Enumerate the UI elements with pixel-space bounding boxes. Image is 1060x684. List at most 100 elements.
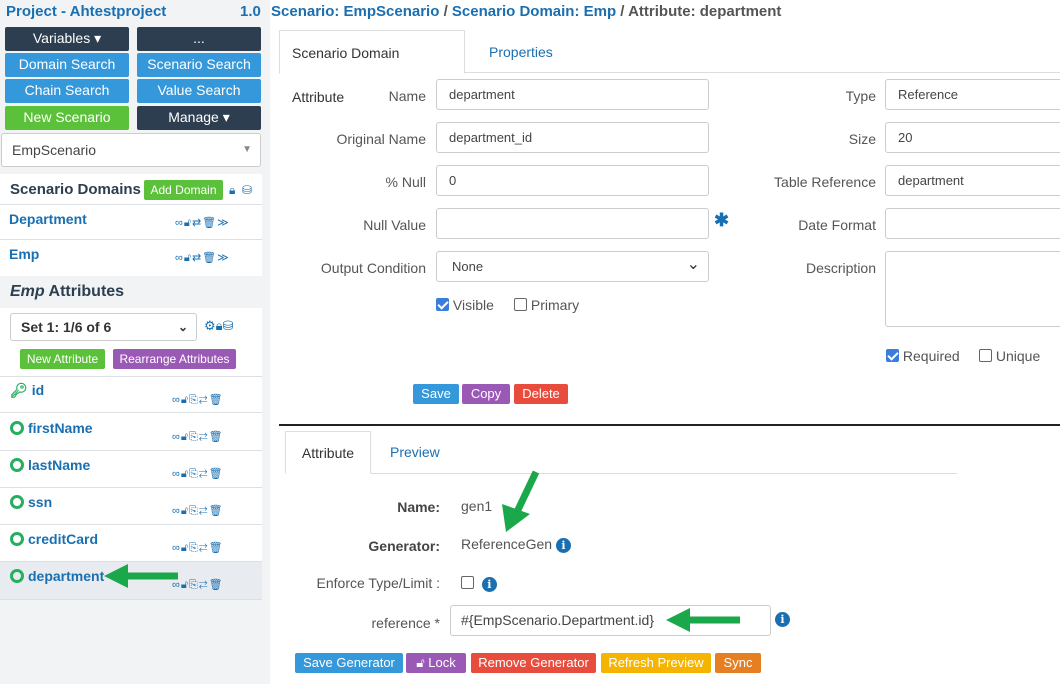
null-value-input[interactable] [436,208,709,239]
attributes-title: Emp Attributes [10,283,125,300]
asterisk-icon[interactable]: ✱ [714,210,729,231]
scenario-search-button[interactable]: Scenario Search [137,53,261,77]
domain-search-button[interactable]: Domain Search [5,53,129,77]
annotation-arrow-left [104,564,178,588]
generator-value: ReferenceGen i [461,536,571,553]
sync-button[interactable]: Sync [715,653,761,673]
name-label: Name [388,88,426,104]
lock-button[interactable]: 🔓︎ Lock [406,653,466,673]
value-search-button[interactable]: Value Search [137,79,261,103]
breadcrumb-attribute: Attribute: department [628,3,782,20]
name-input[interactable]: department [436,79,709,110]
attribute-item-ssn[interactable]: ssn [10,494,52,510]
scenario-domains-title: Scenario Domains [10,181,141,198]
breadcrumb-scenario[interactable]: Scenario: EmpScenario [271,3,439,20]
domain-actions-icons[interactable]: ∞🔓︎⇄🗑︎≫ [175,251,230,265]
type-label: Type [845,88,876,104]
info-icon[interactable]: i [555,538,571,553]
lifebuoy-icon [10,532,24,546]
breadcrumb-domain[interactable]: Scenario Domain: Emp [452,3,616,20]
tab-scenario-domain-attribute[interactable]: Scenario Domain Attribute [279,30,465,105]
enforce-type-label: Enforce Type/Limit : [316,575,440,591]
save-button[interactable]: Save [413,384,459,404]
lock-icon[interactable]: 🔒︎ [229,183,235,198]
manage-button[interactable]: Manage ▾ [137,106,261,130]
scenario-select[interactable]: EmpScenario ▼ [1,133,261,167]
generator-name-value: gen1 [461,498,493,514]
lifebuoy-icon [10,458,24,472]
table-reference-input[interactable]: department [885,165,1060,196]
org-chart-icon[interactable]: ⛁ [242,183,252,197]
primary-checkbox-row[interactable]: Primary [514,297,579,313]
project-title: Project - Ahtestproject [6,3,167,20]
null-percent-label: % Null [385,174,426,190]
size-input[interactable]: 20 [885,122,1060,153]
attribute-actions-icons[interactable]: ∞🔓︎⎘⇄🗑︎ [172,467,224,481]
info-icon[interactable]: i [775,612,790,627]
new-attribute-button[interactable]: New Attribute [20,349,105,369]
original-name-label: Original Name [336,131,426,147]
required-checkbox[interactable] [886,349,899,362]
attribute-item-department[interactable]: department [10,568,104,584]
tab-attribute[interactable]: Attribute [285,431,371,474]
tab-preview[interactable]: Preview [378,431,452,474]
reference-label: reference * [371,615,440,631]
info-icon[interactable]: i [481,577,497,592]
domain-item-emp[interactable]: Emp [9,246,39,262]
more-button[interactable]: ... [137,27,261,51]
annotation-arrow-down [502,470,540,532]
attribute-actions-icons[interactable]: ∞🔓︎⎘⇄🗑︎ [172,541,224,555]
tab-properties[interactable]: Properties [477,30,565,74]
delete-button[interactable]: Delete [514,384,568,404]
chevron-down-icon: ⌄ [177,320,188,334]
output-condition-select[interactable]: None ⌄ [436,251,709,282]
copy-button[interactable]: Copy [462,384,510,404]
original-name-input[interactable]: department_id [436,122,709,153]
settings-lock-icons[interactable]: ⚙🔒︎⛁ [204,318,233,334]
domain-item-department[interactable]: Department [9,211,87,227]
chain-search-button[interactable]: Chain Search [5,79,129,103]
caret-down-icon: ▼ [242,144,252,155]
unlock-icon: 🔓︎ [416,655,425,670]
rearrange-attributes-button[interactable]: Rearrange Attributes [113,349,236,369]
refresh-preview-button[interactable]: Refresh Preview [601,653,711,673]
size-label: Size [848,131,876,147]
breadcrumb: Scenario: EmpScenario / Scenario Domain:… [271,3,782,20]
lifebuoy-icon [10,495,24,509]
description-textarea[interactable] [885,251,1060,327]
save-generator-button[interactable]: Save Generator [295,653,403,673]
type-input[interactable]: Reference [885,79,1060,110]
unique-checkbox-row[interactable]: Unique [979,348,1040,364]
lifebuoy-icon [10,421,24,435]
attribute-item-id[interactable]: 🔑︎ id [10,382,44,399]
enforce-type-checkbox[interactable] [461,576,474,589]
visible-checkbox-row[interactable]: Visible [436,297,494,313]
date-format-label: Date Format [798,217,876,233]
enforce-type-row: i [461,575,497,592]
reference-info: i [775,610,790,627]
attribute-set-select[interactable]: Set 1: 1/6 of 6 ⌄ [10,313,197,341]
generator-label: Generator: [368,538,440,554]
attribute-actions-icons[interactable]: ∞🔓︎⎘⇄🗑︎ [172,430,224,444]
primary-checkbox[interactable] [514,298,527,311]
attribute-item-firstname[interactable]: firstName [10,420,93,436]
new-scenario-button[interactable]: New Scenario [5,106,129,130]
attribute-actions-icons[interactable]: ∞🔓︎⎘⇄🗑︎ [172,393,224,407]
attribute-item-creditcard[interactable]: creditCard [10,531,98,547]
project-version: 1.0 [240,3,261,20]
attribute-set-value: Set 1: 1/6 of 6 [21,319,112,335]
domain-actions-icons[interactable]: ∞🔓︎⇄🗑︎≫ [175,216,230,230]
date-format-input[interactable] [885,208,1060,239]
scenario-select-value: EmpScenario [12,142,97,158]
remove-generator-button[interactable]: Remove Generator [471,653,596,673]
visible-checkbox[interactable] [436,298,449,311]
add-domain-button[interactable]: Add Domain [144,180,223,200]
attribute-item-lastname[interactable]: lastName [10,457,90,473]
required-checkbox-row[interactable]: Required [886,348,960,364]
unique-checkbox[interactable] [979,349,992,362]
variables-button[interactable]: Variables ▾ [5,27,129,51]
generator-name-label: Name: [397,499,440,515]
null-percent-input[interactable]: 0 [436,165,709,196]
key-icon: 🔑︎ [10,382,28,398]
attribute-actions-icons[interactable]: ∞🔓︎⎘⇄🗑︎ [172,504,224,518]
